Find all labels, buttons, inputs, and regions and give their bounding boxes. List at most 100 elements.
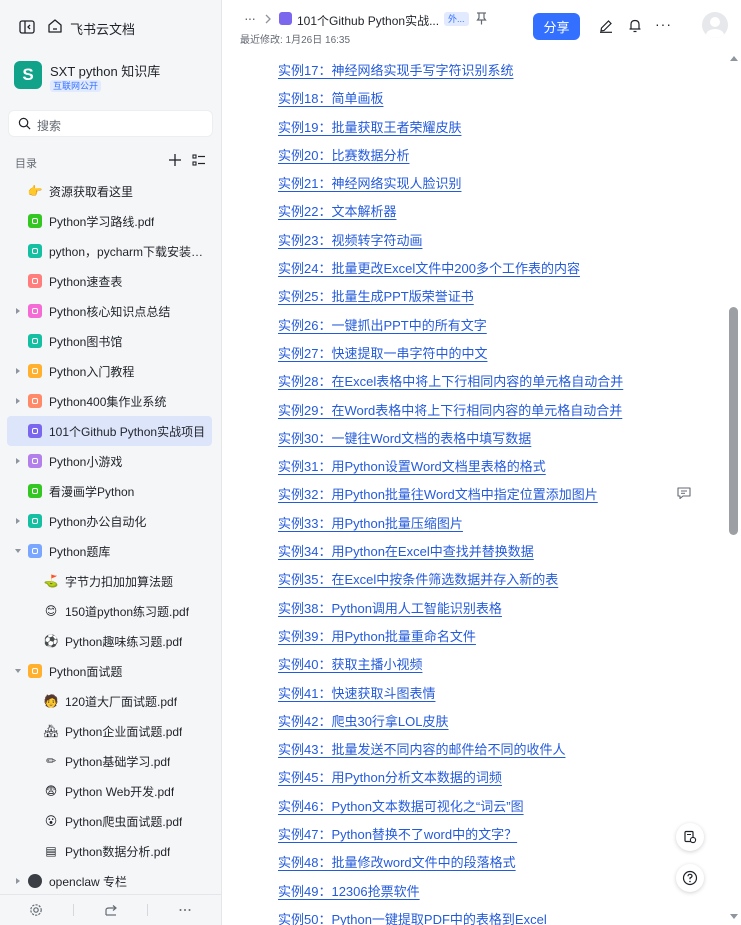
sidebar-item[interactable]: Python入门教程 bbox=[0, 356, 221, 386]
external-tag[interactable]: 外... bbox=[444, 12, 469, 26]
sidebar-item[interactable]: python，pycharm下载安装教... bbox=[0, 236, 221, 266]
search-input[interactable]: 搜索 bbox=[8, 110, 213, 137]
lesson-link[interactable]: 实例50：Python一键提取PDF中的表格到Excel bbox=[278, 909, 547, 925]
more-menu[interactable]: ··· bbox=[655, 16, 672, 32]
more-dots-icon[interactable] bbox=[178, 903, 192, 917]
sidebar-item[interactable]: 😮 Python爬虫面试题.pdf bbox=[0, 806, 221, 836]
lesson-link[interactable]: 实例22：文本解析器 bbox=[278, 201, 396, 220]
lesson-link[interactable]: 实例42：爬虫30行拿LOL皮肤 bbox=[278, 711, 449, 730]
settings-gear-icon[interactable] bbox=[29, 903, 43, 917]
sidebar-item[interactable]: Python题库 bbox=[0, 536, 221, 566]
sidebar-item[interactable]: Python图书馆 bbox=[0, 326, 221, 356]
caret-right-icon[interactable] bbox=[13, 396, 23, 406]
doc-tools-button[interactable] bbox=[676, 823, 704, 851]
caret-right-icon[interactable] bbox=[13, 516, 23, 526]
lesson-link[interactable]: 实例48：批量修改word文件中的段落格式 bbox=[278, 852, 516, 871]
lesson-link[interactable]: 实例21：神经网络实现人脸识别 bbox=[278, 173, 461, 192]
collapse-sidebar-icon[interactable] bbox=[19, 19, 35, 35]
caret-right-icon[interactable] bbox=[13, 366, 23, 376]
lesson-link[interactable]: 实例26：一键抓出PPT中的所有文字 bbox=[278, 315, 487, 334]
help-button[interactable] bbox=[676, 864, 704, 892]
edit-pencil-icon[interactable] bbox=[599, 19, 613, 33]
lesson-link[interactable]: 实例25：批量生成PPT版荣誉证书 bbox=[278, 286, 474, 305]
lesson-link[interactable]: 实例35：在Excel中按条件筛选数据并存入新的表 bbox=[278, 569, 558, 588]
sidebar-item[interactable]: Python面试题 bbox=[0, 656, 221, 686]
sidebar-item[interactable]: 😊 150道python练习题.pdf bbox=[0, 596, 221, 626]
lesson-link[interactable]: 实例39：用Python批量重命名文件 bbox=[278, 626, 476, 645]
sidebar-item[interactable]: 101个Github Python实战项目 bbox=[7, 416, 212, 446]
scrollbar-thumb[interactable] bbox=[729, 307, 738, 535]
search-placeholder: 搜索 bbox=[37, 119, 62, 133]
pin-icon[interactable] bbox=[476, 12, 487, 25]
add-icon[interactable] bbox=[168, 153, 182, 167]
share-export-icon[interactable] bbox=[104, 903, 118, 917]
sidebar-item[interactable]: 🧑 120道大厂面试题.pdf bbox=[0, 686, 221, 716]
doc-icon bbox=[28, 394, 42, 408]
doc-title[interactable]: 101个Github Python实战... bbox=[297, 12, 439, 29]
breadcrumb-more[interactable]: ··· bbox=[244, 10, 256, 26]
sidebar-item[interactable]: Python速查表 bbox=[0, 266, 221, 296]
caret-right-icon[interactable] bbox=[13, 876, 23, 886]
caret-down-icon[interactable] bbox=[13, 546, 23, 556]
lesson-link[interactable]: 实例24：批量更改Excel文件中200多个工作表的内容 bbox=[278, 258, 580, 277]
lesson-link[interactable]: 实例18：简单画板 bbox=[278, 88, 383, 107]
sidebar-item[interactable]: ⛳ 字节力扣加加算法题 bbox=[0, 566, 221, 596]
lesson-link[interactable]: 实例33：用Python批量压缩图片 bbox=[278, 513, 463, 532]
lesson-link[interactable]: 实例17：神经网络实现手写字符识别系统 bbox=[278, 60, 513, 79]
lesson-link[interactable]: 实例47：Python替换不了word中的文字？ bbox=[278, 824, 517, 843]
lesson-link[interactable]: 实例19：批量获取王者荣耀皮肤 bbox=[278, 117, 461, 136]
lesson-link[interactable]: 实例29：在Word表格中将上下行相同内容的单元格自动合并 bbox=[278, 400, 622, 419]
caret-right-icon[interactable] bbox=[13, 306, 23, 316]
lesson-link[interactable]: 实例38：Python调用人工智能识别表格 bbox=[278, 598, 502, 617]
document-history-icon bbox=[684, 830, 697, 844]
sidebar-item-label: Python学习路线.pdf bbox=[49, 215, 155, 229]
sidebar-item[interactable]: 🏘 Python企业面试题.pdf bbox=[0, 716, 221, 746]
comment-icon[interactable] bbox=[677, 487, 691, 499]
sidebar-item[interactable]: Python核心知识点总结 bbox=[0, 296, 221, 326]
sidebar-item[interactable]: Python学习路线.pdf bbox=[0, 206, 221, 236]
caret-right-icon[interactable] bbox=[13, 456, 23, 466]
lesson-link[interactable]: 实例23：视频转字符动画 bbox=[278, 230, 422, 249]
lesson-link[interactable]: 实例31：用Python设置Word文档里表格的格式 bbox=[278, 456, 546, 475]
footer-divider bbox=[147, 904, 148, 916]
lesson-link[interactable]: 实例45：用Python分析文本数据的词频 bbox=[278, 767, 502, 786]
doc-content: 实例17：神经网络实现手写字符识别系统 实例18：简单画板实例19：批量获取王者荣… bbox=[222, 50, 727, 925]
lesson-link[interactable]: 实例20：比赛数据分析 bbox=[278, 145, 409, 164]
lesson-link[interactable]: 实例41：快速获取斗图表情 bbox=[278, 683, 435, 702]
sidebar-item[interactable]: openclaw 专栏 bbox=[0, 866, 221, 896]
sidebar-item-label: Python核心知识点总结 bbox=[49, 305, 171, 319]
sidebar-item[interactable]: 😨 Python Web开发.pdf bbox=[0, 776, 221, 806]
lesson-link[interactable]: 实例49：12306抢票软件 bbox=[278, 881, 420, 900]
lesson-link[interactable]: 实例46：Python文本数据可视化之“词云”图 bbox=[278, 796, 524, 815]
lesson-link[interactable]: 实例27：快速提取一串字符中的中文 bbox=[278, 343, 487, 362]
site-name[interactable]: 飞书云文档 bbox=[70, 19, 135, 38]
knowledge-base-header[interactable]: S SXT python 知识库 互联网公开 bbox=[14, 61, 211, 97]
lesson-link[interactable]: 实例32：用Python批量往Word文档中指定位置添加图片 bbox=[278, 484, 598, 503]
lesson-link[interactable]: 实例40：获取主播小视频 bbox=[278, 654, 422, 673]
bell-icon[interactable] bbox=[628, 18, 642, 33]
vertical-scrollbar[interactable] bbox=[727, 50, 741, 925]
help-question-icon bbox=[682, 870, 698, 886]
lesson-link[interactable]: 实例43：批量发送不同内容的邮件给不同的收件人 bbox=[278, 739, 565, 758]
sidebar-item[interactable]: 看漫画学Python bbox=[0, 476, 221, 506]
sidebar-item[interactable]: Python400集作业系统 bbox=[0, 386, 221, 416]
outline-list-icon[interactable] bbox=[192, 153, 206, 167]
sidebar-item[interactable]: Python小游戏 bbox=[0, 446, 221, 476]
lesson-link[interactable]: 实例28：在Excel表格中将上下行相同内容的单元格自动合并 bbox=[278, 371, 623, 390]
knowledge-base-name[interactable]: SXT python 知识库 bbox=[50, 61, 160, 80]
sidebar-item[interactable]: ⚽ Python趣味练习题.pdf bbox=[0, 626, 221, 656]
scroll-down-arrow-icon[interactable] bbox=[730, 914, 738, 919]
share-button[interactable]: 分享 bbox=[533, 13, 580, 40]
lesson-link[interactable]: 实例30：一键往Word文档的表格中填写数据 bbox=[278, 428, 531, 447]
home-icon[interactable] bbox=[47, 18, 63, 34]
sidebar-item[interactable]: ▤ Python数据分析.pdf bbox=[0, 836, 221, 866]
sidebar-item-label: Python趣味练习题.pdf bbox=[65, 635, 183, 649]
lesson-link[interactable]: 实例34：用Python在Excel中查找并替换数据 bbox=[278, 541, 534, 560]
terminal-icon: ▤ bbox=[45, 844, 57, 858]
caret-down-icon[interactable] bbox=[13, 666, 23, 676]
sidebar-item[interactable]: Python办公自动化 bbox=[0, 506, 221, 536]
sidebar-item[interactable]: 👉 资源获取看这里 bbox=[0, 176, 221, 206]
user-avatar[interactable] bbox=[702, 12, 728, 38]
scroll-up-arrow-icon[interactable] bbox=[730, 56, 738, 61]
sidebar-item[interactable]: ✏ Python基础学习.pdf bbox=[0, 746, 221, 776]
